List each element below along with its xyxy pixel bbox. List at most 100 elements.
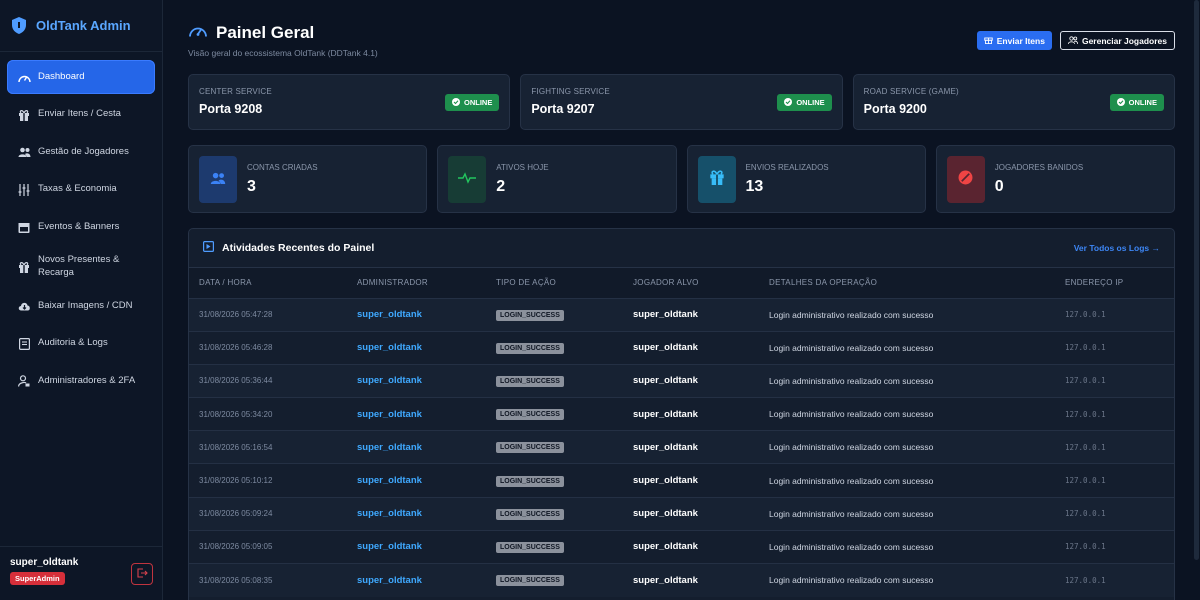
sidebar-item-gifts-recharge[interactable]: Novos Presentes & Recarga <box>7 248 155 286</box>
cell-ip: 127.0.0.1 <box>1065 442 1106 452</box>
cell-date: 31/08/2026 05:09:05 <box>199 542 273 552</box>
table-row[interactable]: 31/08/2026 05:10:12 super_oldtank LOGIN_… <box>189 463 1174 498</box>
manage-players-button[interactable]: Gerenciar Jogadores <box>1059 31 1175 50</box>
send-items-label: Enviar Itens <box>996 35 1045 46</box>
main-content: Painel Geral Visão geral do ecossistema … <box>163 0 1200 600</box>
cell-target: super_oldtank <box>633 342 698 354</box>
stat-icon-box <box>448 156 487 203</box>
check-circle-icon <box>784 97 793 108</box>
check-circle-icon <box>451 97 460 108</box>
page-title: Painel Geral <box>216 23 315 42</box>
page-scrollbar[interactable] <box>1193 0 1200 600</box>
column-header[interactable]: ADMINISTRADOR <box>347 268 486 298</box>
stat-value: 3 <box>247 178 256 195</box>
cell-details: Login administrativo realizado com suces… <box>769 375 934 386</box>
sidebar-item-label: Novos Presentes & Recarga <box>38 253 120 278</box>
stat-label: ENVIOS REALIZADOS <box>745 163 829 172</box>
users-icon <box>210 171 226 189</box>
sidebar-item-dashboard[interactable]: Dashboard <box>7 60 155 94</box>
sidebar-item-players[interactable]: Gestão de Jogadores <box>7 135 155 169</box>
cell-date: 31/08/2026 05:10:12 <box>199 476 273 486</box>
sidebar-item-events[interactable]: Eventos & Banners <box>7 210 155 244</box>
sliders-icon <box>17 183 31 197</box>
service-card-road: ROAD SERVICE (GAME) Porta 9200 ONLINE <box>852 74 1175 130</box>
cell-action: LOGIN_SUCCESS <box>486 564 623 597</box>
column-header[interactable]: JOGADOR ALVO <box>623 268 759 298</box>
recent-activity-panel: Atividades Recentes do Painel Ver Todos … <box>188 228 1175 600</box>
app-shell: OldTank Admin Dashboard Enviar Itens / C… <box>0 0 1200 600</box>
cell-target: super_oldtank <box>633 441 698 453</box>
cell-ip: 127.0.0.1 <box>1065 310 1106 320</box>
stat-icon-box <box>697 156 736 203</box>
cell-admin[interactable]: super_oldtank <box>347 530 486 563</box>
sidebar-nav: Dashboard Enviar Itens / Cesta Gestão de… <box>0 52 162 410</box>
cell-admin[interactable]: super_oldtank <box>347 364 486 397</box>
cell-target: super_oldtank <box>633 541 698 553</box>
stat-card-banned: JOGADORES BANIDOS 0 <box>935 145 1175 213</box>
sidebar-user-panel: super_oldtank SuperAdmin <box>0 546 163 600</box>
cell-admin[interactable]: super_oldtank <box>347 431 486 464</box>
cell-admin[interactable]: super_oldtank <box>347 564 486 597</box>
logout-button[interactable] <box>131 563 153 585</box>
cell-admin[interactable]: super_oldtank <box>347 298 486 331</box>
users-icon <box>17 145 31 159</box>
logout-icon <box>136 565 148 583</box>
column-header[interactable]: DATA / HORA <box>189 268 347 298</box>
cell-ip: 127.0.0.1 <box>1065 575 1106 585</box>
sidebar-item-cdn[interactable]: Baixar Imagens / CDN <box>7 289 155 323</box>
cell-admin[interactable]: super_oldtank <box>347 464 486 497</box>
cell-admin[interactable]: super_oldtank <box>347 331 486 364</box>
table-row[interactable]: 31/08/2026 05:09:24 super_oldtank LOGIN_… <box>189 497 1174 531</box>
table-row[interactable]: 31/08/2026 05:36:44 super_oldtank LOGIN_… <box>189 364 1174 398</box>
cell-details: Login administrativo realizado com suces… <box>769 508 934 519</box>
cell-action: LOGIN_SUCCESS <box>486 298 623 331</box>
cell-target: super_oldtank <box>633 508 698 520</box>
stats-row: CONTAS CRIADAS 3 ATIVOS HOJE 2 ENVIOS RE… <box>188 145 1175 213</box>
cell-date: 31/08/2026 05:47:28 <box>199 310 273 320</box>
cell-admin[interactable]: super_oldtank <box>347 398 486 431</box>
stat-card-active-today: ATIVOS HOJE 2 <box>437 145 677 213</box>
cell-target: super_oldtank <box>633 309 698 321</box>
user-lock-icon <box>17 374 31 388</box>
table-row[interactable]: 31/08/2026 05:08:35 super_oldtank LOGIN_… <box>189 563 1174 597</box>
view-all-logs-link[interactable]: Ver Todos os Logs → <box>1074 243 1160 253</box>
column-header[interactable]: TIPO DE AÇÃO <box>486 268 623 298</box>
column-header[interactable]: DETALHES DA OPERAÇÃO <box>759 268 1055 298</box>
sidebar-item-label: Eventos & Banners <box>38 220 120 232</box>
activity-table: DATA / HORA ADMINISTRADOR TIPO DE AÇÃO J… <box>189 268 1174 597</box>
activity-pulse-icon <box>458 171 477 189</box>
sidebar-item-label: Auditoria & Logs <box>38 337 108 349</box>
table-row[interactable]: 31/08/2026 05:09:05 super_oldtank LOGIN_… <box>189 530 1174 564</box>
status-badge: ONLINE <box>1109 94 1164 111</box>
table-row[interactable]: 31/08/2026 05:16:54 super_oldtank LOGIN_… <box>189 430 1174 464</box>
table-row[interactable]: 31/08/2026 05:47:28 super_oldtank LOGIN_… <box>189 298 1174 332</box>
sidebar-item-label: Administradores & 2FA <box>38 374 136 386</box>
sidebar-item-label: Enviar Itens / Cesta <box>38 108 121 120</box>
cell-ip: 127.0.0.1 <box>1065 542 1106 552</box>
sidebar-item-label: Dashboard <box>38 70 85 82</box>
send-items-button[interactable]: Enviar Itens <box>976 31 1052 50</box>
action-tag: LOGIN_SUCCESS <box>496 575 564 587</box>
header-actions: Enviar Itens Gerenciar Jogadores <box>976 31 1175 50</box>
action-tag: LOGIN_SUCCESS <box>496 442 564 454</box>
activity-title: Atividades Recentes do Painel <box>222 242 375 254</box>
table-row[interactable]: 31/08/2026 05:34:20 super_oldtank LOGIN_… <box>189 397 1174 431</box>
table-row[interactable]: 31/08/2026 05:46:28 super_oldtank LOGIN_… <box>189 331 1174 365</box>
calendar-icon <box>17 220 31 234</box>
sidebar-item-audit-logs[interactable]: Auditoria & Logs <box>7 327 155 361</box>
sidebar-item-economy[interactable]: Taxas & Economia <box>7 173 155 207</box>
scrollbar-thumb[interactable] <box>1194 0 1199 560</box>
service-status-row: CENTER SERVICE Porta 9208 ONLINE FIGHTIN… <box>188 74 1175 130</box>
cell-action: LOGIN_SUCCESS <box>486 364 623 397</box>
column-header[interactable]: ENDEREÇO IP <box>1055 268 1174 298</box>
brand[interactable]: OldTank Admin <box>0 0 162 52</box>
stat-label: JOGADORES BANIDOS <box>994 163 1084 172</box>
cell-admin[interactable]: super_oldtank <box>347 497 486 530</box>
sidebar-item-label: Taxas & Economia <box>38 183 117 195</box>
status-text: ONLINE <box>463 98 493 107</box>
cell-action: LOGIN_SUCCESS <box>486 530 623 563</box>
sidebar-item-admins-2fa[interactable]: Administradores & 2FA <box>7 364 155 398</box>
sidebar-item-send-items[interactable]: Enviar Itens / Cesta <box>7 98 155 132</box>
service-card-fighting: FIGHTING SERVICE Porta 9207 ONLINE <box>520 74 843 130</box>
status-badge: ONLINE <box>777 94 832 111</box>
